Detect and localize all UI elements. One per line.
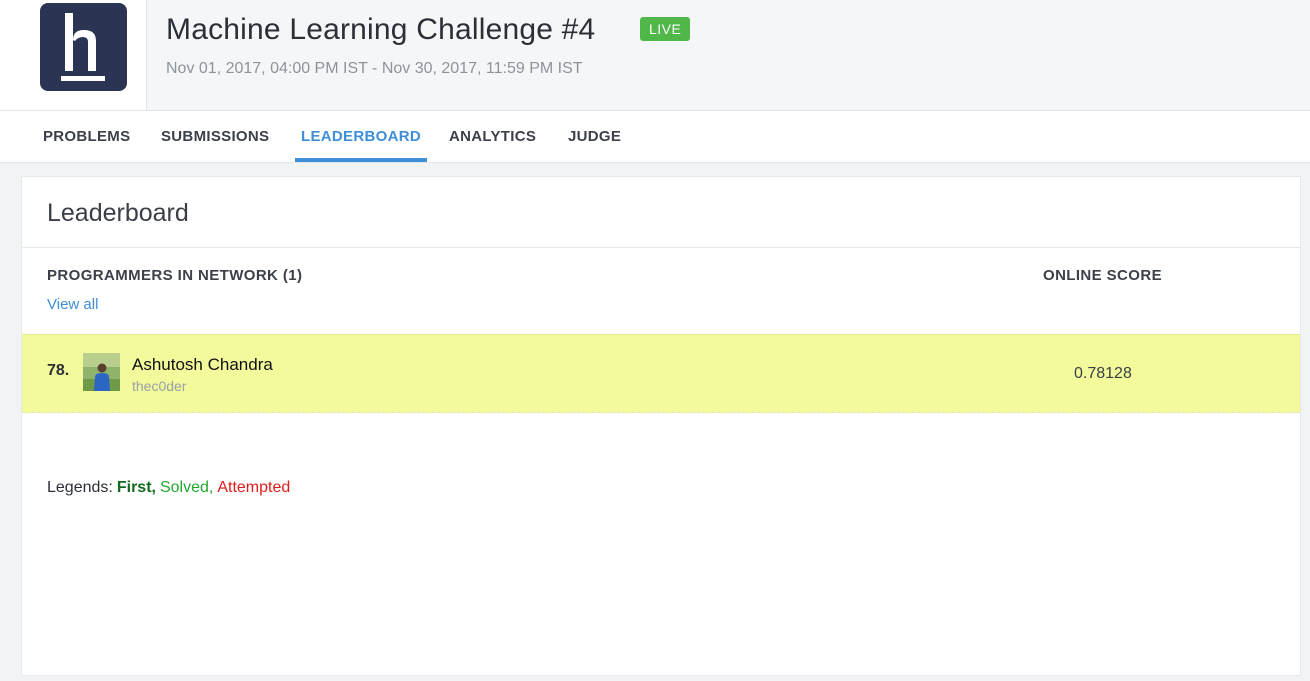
- leaderboard-row[interactable]: 78. Ashutosh Chandra thec0der 0.78128: [22, 334, 1300, 413]
- live-badge: LIVE: [640, 17, 691, 41]
- legends: Legends: First, Solved, Attempted: [47, 479, 290, 497]
- user-name[interactable]: Ashutosh Chandra: [132, 355, 273, 375]
- contest-header: Machine Learning Challenge #4 LIVE Nov 0…: [0, 0, 1310, 111]
- tab-analytics[interactable]: ANALYTICS: [449, 111, 536, 162]
- avatar[interactable]: [83, 353, 120, 391]
- programmers-column-header: PROGRAMMERS IN NETWORK (1): [47, 267, 303, 284]
- tab-problems[interactable]: PROBLEMS: [43, 111, 130, 162]
- divider: [22, 247, 1300, 248]
- leaderboard-card: Leaderboard PROGRAMMERS IN NETWORK (1) O…: [21, 176, 1301, 676]
- legend-first: First,: [116, 479, 156, 496]
- logo-container: [0, 0, 147, 110]
- tab-judge[interactable]: JUDGE: [568, 111, 621, 162]
- score-column-header: ONLINE SCORE: [1043, 267, 1162, 284]
- tab-submissions[interactable]: SUBMISSIONS: [161, 111, 269, 162]
- legend-solved: Solved,: [159, 479, 214, 496]
- contest-title: Machine Learning Challenge #4: [166, 13, 596, 46]
- contest-dates: Nov 01, 2017, 04:00 PM IST - Nov 30, 201…: [166, 60, 583, 77]
- online-score: 0.78128: [1074, 365, 1132, 382]
- tab-leaderboard[interactable]: LEADERBOARD: [295, 111, 427, 162]
- user-handle: thec0der: [132, 378, 187, 394]
- contest-nav: PROBLEMS SUBMISSIONS LEADERBOARD ANALYTI…: [0, 111, 1310, 163]
- view-all-link[interactable]: View all: [47, 296, 98, 313]
- legend-attempted: Attempted: [217, 479, 291, 496]
- rank: 78.: [47, 362, 70, 379]
- leaderboard-title: Leaderboard: [47, 199, 189, 227]
- legends-label: Legends:: [47, 479, 113, 496]
- hackerearth-logo-icon[interactable]: [40, 3, 127, 91]
